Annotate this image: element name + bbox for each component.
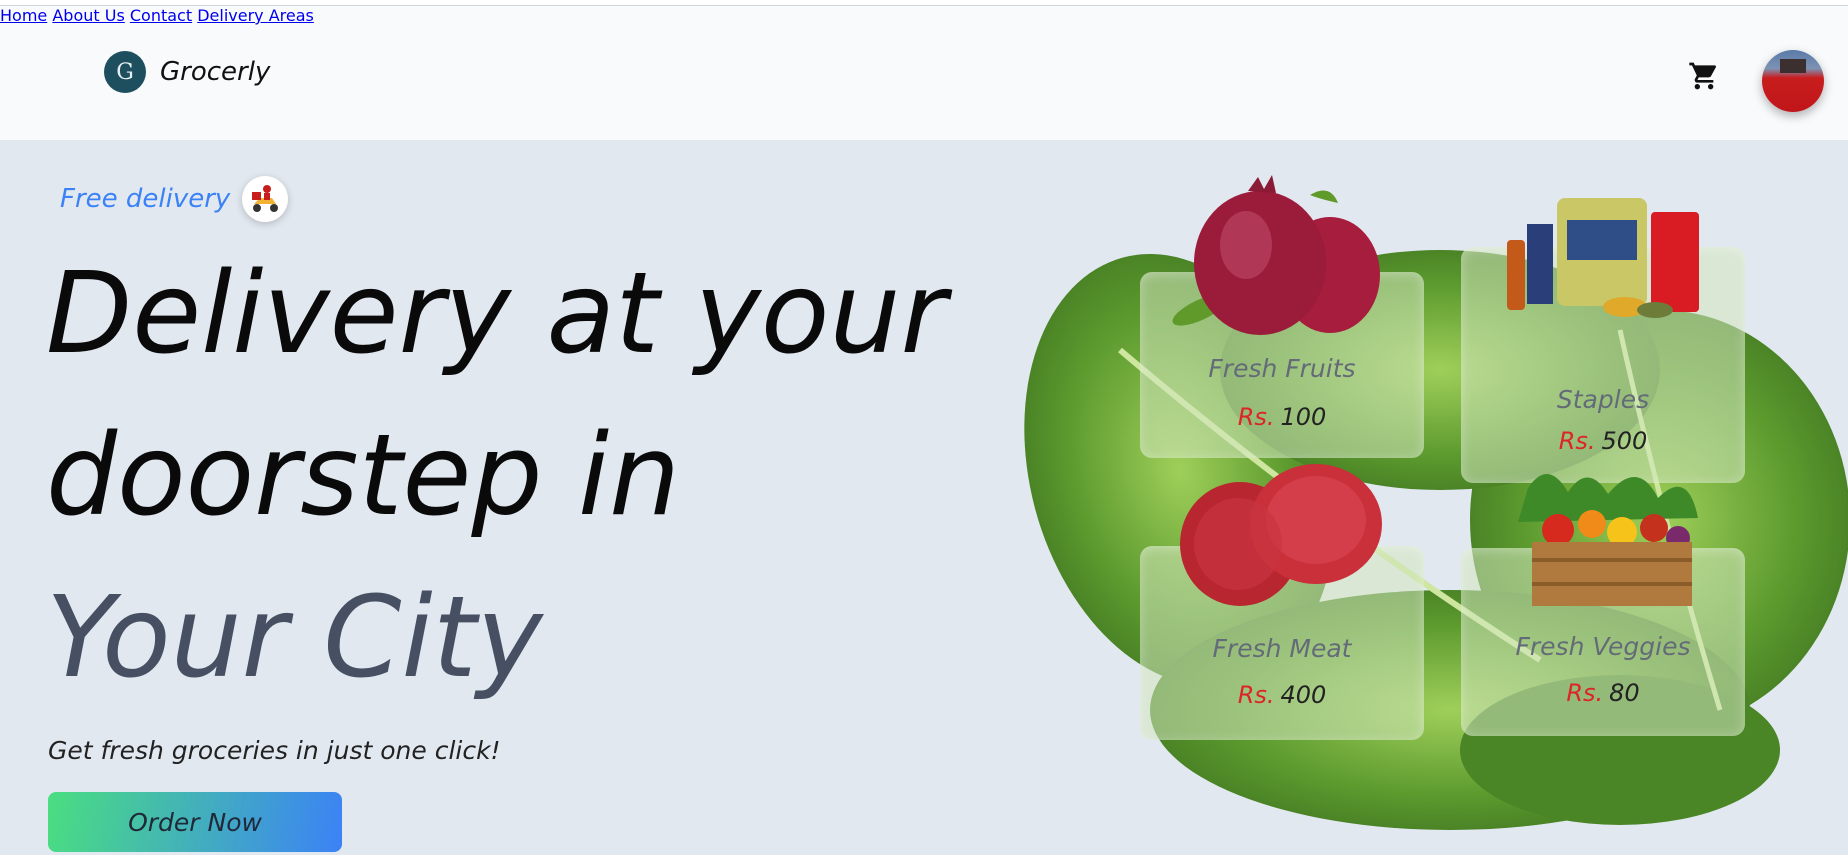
pomegranate-image	[1172, 175, 1380, 335]
nav-about-us[interactable]: About Us	[52, 6, 124, 25]
card-title: Fresh Fruits	[1208, 354, 1356, 383]
currency-label: Rs.	[1558, 427, 1596, 455]
hero-line-2: doorstep in	[46, 411, 681, 541]
nav-delivery-areas[interactable]: Delivery Areas	[197, 6, 314, 25]
hero-line-3: Your City	[46, 573, 543, 703]
currency-label: Rs.	[1566, 679, 1604, 707]
card-price: Rs. 400	[1140, 681, 1424, 709]
card-price: Rs. 100	[1140, 403, 1424, 431]
veggie-crate-image	[1518, 473, 1698, 606]
price-value: 100	[1280, 403, 1327, 431]
free-delivery-badge: Free delivery	[60, 176, 289, 222]
nav-home[interactable]: Home	[0, 6, 47, 25]
staples-image	[1507, 198, 1699, 318]
card-title: Fresh Meat	[1212, 634, 1352, 663]
price-value: 400	[1280, 681, 1327, 709]
logo-badge: G	[104, 51, 146, 93]
avatar[interactable]	[1762, 50, 1824, 112]
card-title: Staples	[1556, 385, 1650, 414]
price-value: 500	[1601, 427, 1648, 455]
card-price: Rs. 80	[1461, 679, 1745, 707]
order-now-button[interactable]: Order Now	[48, 792, 342, 852]
currency-label: Rs.	[1237, 403, 1275, 431]
brand-logo[interactable]: G Grocerly	[104, 51, 270, 93]
brand-name: Grocerly	[160, 57, 271, 87]
hero-subtitle: Get fresh groceries in just one click!	[48, 736, 501, 765]
hero-line-1: Delivery at your	[46, 249, 947, 379]
navbar: G Grocerly Home About Us Contact Deliver…	[0, 6, 1848, 140]
avatar-photo-house	[1780, 59, 1806, 73]
main-nav: Home About Us Contact Delivery Areas	[0, 6, 1848, 25]
meat-image	[1180, 464, 1382, 606]
free-delivery-text: Free delivery	[60, 184, 231, 214]
currency-label: Rs.	[1237, 681, 1275, 709]
card-price: Rs. 500	[1461, 427, 1745, 455]
price-value: 80	[1609, 679, 1640, 707]
card-title: Fresh Veggies	[1515, 632, 1691, 661]
nav-contact[interactable]: Contact	[130, 6, 192, 25]
cart-icon[interactable]	[1688, 60, 1720, 92]
delivery-scooter-icon	[242, 176, 289, 222]
